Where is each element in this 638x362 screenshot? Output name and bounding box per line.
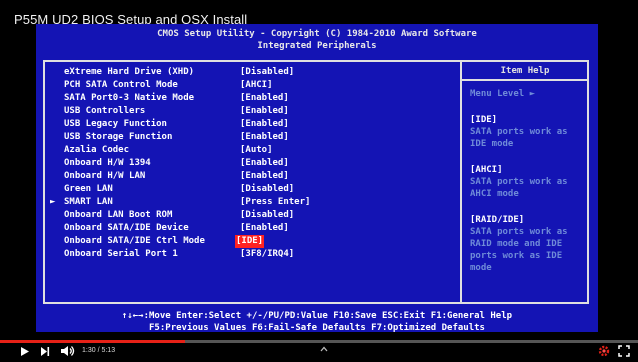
- setting-value[interactable]: [Disabled]: [240, 183, 294, 196]
- setting-label: SMART LAN: [64, 197, 113, 207]
- setting-value[interactable]: [Press Enter]: [240, 196, 310, 209]
- setting-value[interactable]: [Enabled]: [240, 131, 289, 144]
- help-entry-header: [IDE]: [470, 115, 498, 125]
- help-entry-ahci: [AHCI] SATA ports work as AHCI mode: [470, 164, 586, 200]
- setting-value-selected[interactable]: [IDE]: [235, 235, 265, 248]
- help-entry-ide: [IDE] SATA ports work as IDE mode: [470, 114, 586, 150]
- setting-label: Onboard SATA/IDE Device: [64, 223, 189, 233]
- bios-copyright: CMOS Setup Utility - Copyright (C) 1984-…: [157, 29, 477, 39]
- chevron-up-icon[interactable]: [320, 346, 328, 352]
- time-display: 1:30 / 5:13: [82, 347, 116, 354]
- submenu-arrow-icon: ►: [50, 197, 56, 207]
- key-legend-line-1: ↑↓←→:Move Enter:Select +/-/PU/PD:Value F…: [121, 311, 513, 321]
- setting-value[interactable]: [Enabled]: [240, 105, 289, 118]
- setting-value[interactable]: [Enabled]: [240, 118, 289, 131]
- setting-label: Onboard SATA/IDE Ctrl Mode: [64, 236, 205, 246]
- help-entry-text: SATA ports work as AHCI mode: [470, 177, 568, 199]
- next-icon[interactable]: [40, 346, 50, 357]
- setting-label: Green LAN: [64, 184, 113, 194]
- help-entry-header: [AHCI]: [470, 165, 503, 175]
- fullscreen-icon[interactable]: [618, 345, 630, 357]
- bios-page-title: Integrated Peripherals: [257, 41, 377, 51]
- help-title-divider: [462, 79, 588, 81]
- setting-label: Onboard LAN Boot ROM: [64, 210, 173, 220]
- setting-label: USB Legacy Function: [64, 119, 167, 129]
- setting-value[interactable]: [Disabled]: [240, 66, 294, 79]
- setting-value[interactable]: [Enabled]: [240, 222, 289, 235]
- player-controls: 1:30 / 5:13: [0, 340, 638, 362]
- setting-value[interactable]: [Enabled]: [240, 157, 289, 170]
- key-legend: ↑↓←→:Move Enter:Select +/-/PU/PD:Value F…: [36, 310, 598, 334]
- help-entry-text: SATA ports work as RAID mode and IDE por…: [470, 227, 568, 273]
- setting-value[interactable]: [Disabled]: [240, 209, 294, 222]
- video-player[interactable]: P55M UD2 BIOS Setup and OSX Install CMOS…: [0, 0, 638, 362]
- item-help-title: Item Help: [500, 66, 550, 76]
- setting-label: Onboard Serial Port 1: [64, 249, 178, 259]
- progress-fill: [0, 340, 186, 343]
- menu-level: Menu Level ►: [470, 89, 536, 99]
- play-icon[interactable]: [20, 346, 30, 357]
- setting-value[interactable]: [Enabled]: [240, 92, 289, 105]
- volume-icon[interactable]: [60, 345, 76, 357]
- settings-icon[interactable]: [598, 345, 610, 357]
- setting-value[interactable]: [Enabled]: [240, 170, 289, 183]
- bios-screen: CMOS Setup Utility - Copyright (C) 1984-…: [36, 24, 598, 334]
- setting-value[interactable]: [AHCI]: [240, 79, 273, 92]
- setting-label: PCH SATA Control Mode: [64, 80, 178, 90]
- progress-bar[interactable]: [0, 340, 638, 343]
- help-divider: [460, 62, 462, 302]
- setting-label: USB Storage Function: [64, 132, 173, 142]
- setting-label: USB Controllers: [64, 106, 146, 116]
- setting-value[interactable]: [3F8/IRQ4]: [240, 248, 294, 261]
- bios-header: CMOS Setup Utility - Copyright (C) 1984-…: [36, 28, 598, 52]
- setting-label: Azalia Codec: [64, 145, 130, 155]
- setting-label: eXtreme Hard Drive (XHD): [64, 67, 195, 77]
- setting-label: Onboard H/W 1394: [64, 158, 151, 168]
- setting-value[interactable]: [Auto]: [240, 144, 273, 157]
- key-legend-line-2: F5:Previous Values F6:Fail-Safe Defaults…: [149, 323, 485, 333]
- setting-label: Onboard H/W LAN: [64, 171, 146, 181]
- setting-label: SATA Port0-3 Native Mode: [64, 93, 195, 103]
- help-entry-header: [RAID/IDE]: [470, 215, 525, 225]
- help-entry-raid: [RAID/IDE] SATA ports work as RAID mode …: [470, 214, 586, 274]
- help-entry-text: SATA ports work as IDE mode: [470, 127, 568, 149]
